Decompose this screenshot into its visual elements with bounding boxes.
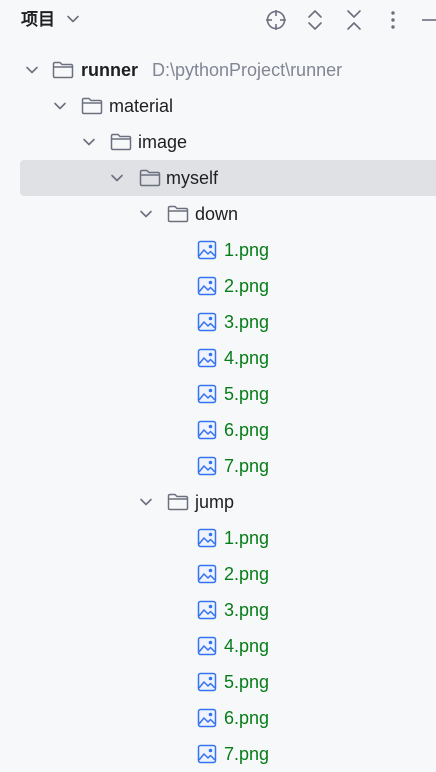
- image-file-icon: [197, 636, 217, 656]
- tree-node-runner[interactable]: runner D:\pythonProject\runner: [0, 52, 436, 88]
- project-view-title[interactable]: 项目: [21, 9, 55, 31]
- folder-icon: [167, 205, 189, 223]
- file-name: 7.png: [224, 744, 270, 764]
- select-opened-file-button[interactable]: [264, 8, 288, 32]
- image-file-icon: [197, 564, 217, 584]
- tree-node-label: runner: [81, 60, 139, 80]
- tree-node-label: jump: [195, 492, 235, 512]
- file-name: 4.png: [224, 636, 270, 656]
- tree-node-label: image: [138, 132, 188, 152]
- expand-icon: [308, 10, 322, 30]
- chevron-down-icon[interactable]: [139, 495, 153, 509]
- tree-file-row[interactable]: 3.png: [0, 592, 436, 628]
- chevron-down-icon[interactable]: [110, 171, 124, 185]
- file-name: 3.png: [224, 600, 270, 620]
- image-file-icon: [197, 384, 217, 404]
- file-name: 3.png: [224, 312, 270, 332]
- image-file-icon: [197, 456, 217, 476]
- file-name: 6.png: [224, 708, 270, 728]
- more-icon: [391, 11, 395, 29]
- tree-file-row[interactable]: 5.png: [0, 664, 436, 700]
- tree-node-down[interactable]: down: [0, 196, 436, 232]
- project-tool-window-header: 项目: [0, 0, 436, 44]
- tree-node-label: down: [195, 204, 239, 224]
- folder-icon: [110, 133, 132, 151]
- image-file-icon: [197, 672, 217, 692]
- file-name: 2.png: [224, 564, 270, 584]
- image-file-icon: [197, 744, 217, 764]
- tree-file-row[interactable]: 4.png: [0, 628, 436, 664]
- options-menu-button[interactable]: [381, 8, 405, 32]
- tree-node-label: material: [109, 96, 174, 116]
- tree-node-jump[interactable]: jump: [0, 484, 436, 520]
- tree-node-image[interactable]: image: [0, 124, 436, 160]
- collapse-icon: [347, 10, 361, 30]
- tree-file-row[interactable]: 1.png: [0, 520, 436, 556]
- file-name: 5.png: [224, 384, 270, 404]
- image-file-icon: [197, 348, 217, 368]
- hide-panel-button[interactable]: [420, 8, 436, 32]
- target-icon: [266, 10, 286, 30]
- tree-file-row[interactable]: 6.png: [0, 700, 436, 736]
- image-file-icon: [197, 420, 217, 440]
- chevron-down-icon[interactable]: [139, 207, 153, 221]
- folder-icon: [167, 493, 189, 511]
- tree-file-row[interactable]: 2.png: [0, 556, 436, 592]
- file-name: 1.png: [224, 528, 270, 548]
- tree-file-row[interactable]: 7.png: [0, 448, 436, 484]
- project-tree: runner D:\pythonProject\runner material …: [0, 52, 436, 772]
- image-file-icon: [197, 600, 217, 620]
- image-file-icon: [197, 528, 217, 548]
- image-file-icon: [197, 312, 217, 332]
- chevron-down-icon[interactable]: [25, 63, 39, 77]
- minimize-icon: [422, 19, 436, 21]
- tree-file-row[interactable]: 2.png: [0, 268, 436, 304]
- tree-file-row[interactable]: 3.png: [0, 304, 436, 340]
- tree-file-row[interactable]: 4.png: [0, 340, 436, 376]
- file-name: 5.png: [224, 672, 270, 692]
- file-name: 7.png: [224, 456, 270, 476]
- tree-file-row[interactable]: 7.png: [0, 736, 436, 772]
- folder-icon: [81, 97, 103, 115]
- image-file-icon: [197, 276, 217, 296]
- tree-node-material[interactable]: material: [0, 88, 436, 124]
- collapse-all-button[interactable]: [342, 8, 366, 32]
- tree-file-row[interactable]: 1.png: [0, 232, 436, 268]
- folder-icon: [52, 61, 74, 79]
- tree-file-row[interactable]: 6.png: [0, 412, 436, 448]
- image-file-icon: [197, 708, 217, 728]
- image-file-icon: [197, 240, 217, 260]
- folder-icon: [139, 169, 161, 187]
- file-name: 4.png: [224, 348, 270, 368]
- tree-node-label: myself: [166, 168, 219, 188]
- file-name: 1.png: [224, 240, 270, 260]
- tree-node-myself[interactable]: myself: [0, 160, 436, 196]
- chevron-down-icon[interactable]: [53, 99, 67, 113]
- project-path: D:\pythonProject\runner: [152, 60, 343, 80]
- chevron-down-icon[interactable]: [82, 135, 96, 149]
- file-name: 6.png: [224, 420, 270, 440]
- file-name: 2.png: [224, 276, 270, 296]
- expand-all-button[interactable]: [303, 8, 327, 32]
- chevron-down-icon[interactable]: [66, 12, 80, 26]
- tree-file-row[interactable]: 5.png: [0, 376, 436, 412]
